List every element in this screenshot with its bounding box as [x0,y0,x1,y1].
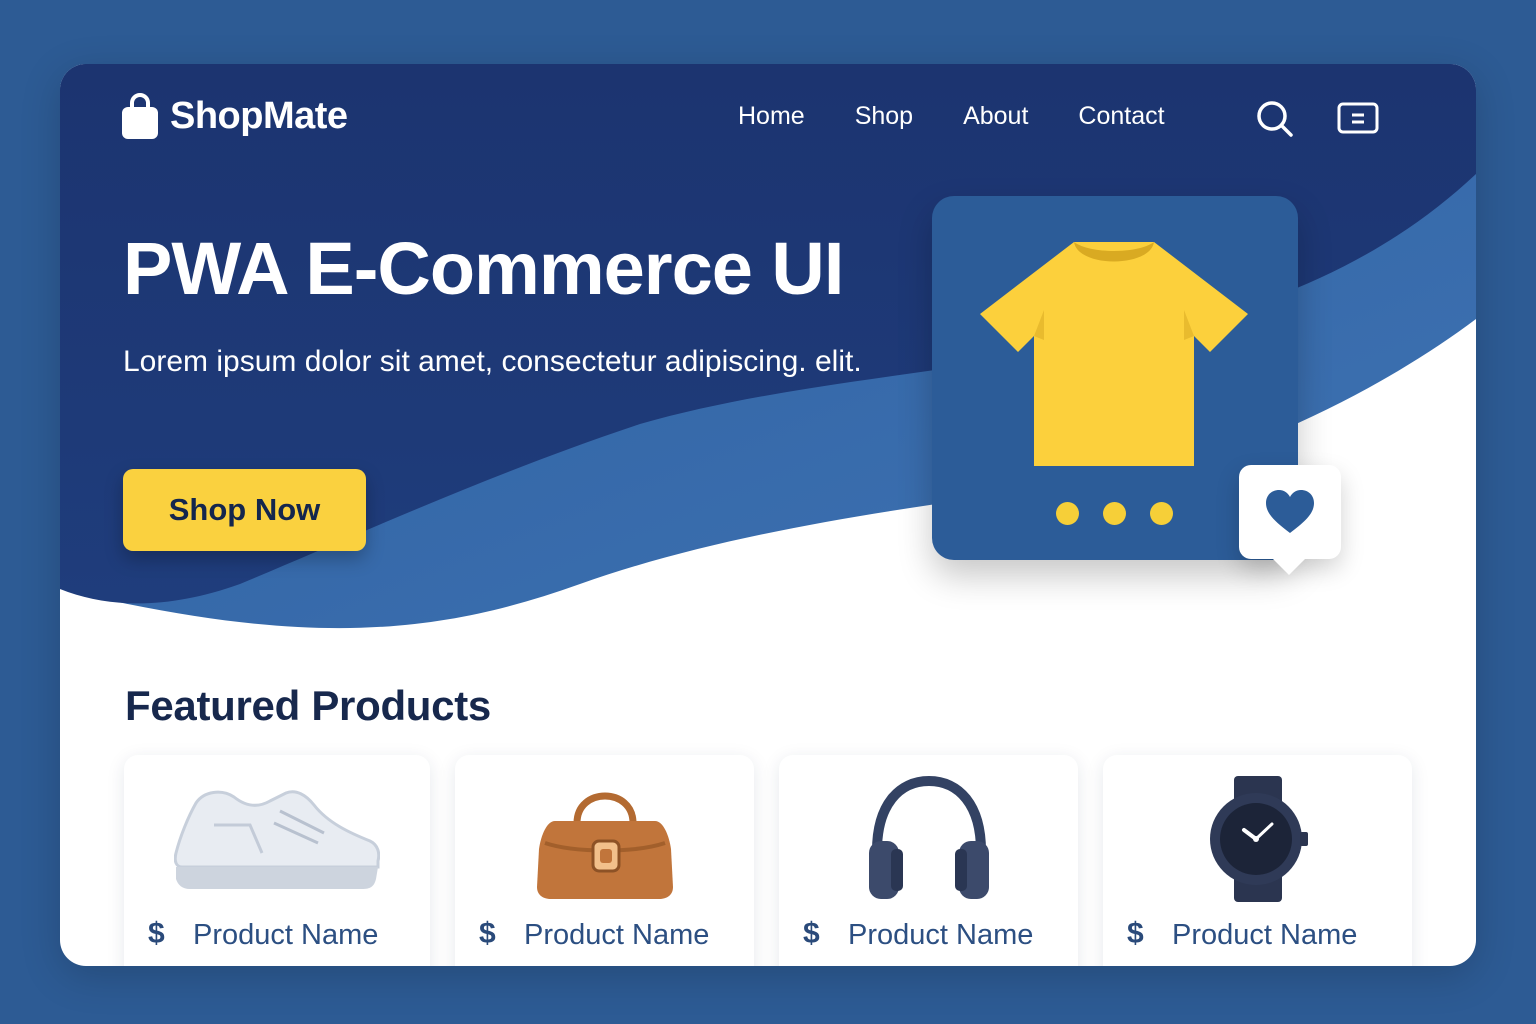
nav-home[interactable]: Home [738,102,805,131]
nav-contact[interactable]: Contact [1078,102,1164,131]
product-card[interactable]: $ Product Name [1103,755,1412,966]
product-name[interactable]: Product Name [848,919,1033,952]
featured-products-title: Featured Products [125,682,491,729]
nav-about[interactable]: About [963,102,1028,131]
product-card[interactable]: $ Product Name [779,755,1078,966]
shopping-bag-icon [122,93,158,139]
price-currency: $ [1127,917,1144,950]
product-name[interactable]: Product Name [1172,919,1357,952]
hero-subtitle: Lorem ipsum dolor sit amet, consectetur … [123,345,862,378]
product-name[interactable]: Product Name [193,919,378,952]
carousel-dots [1056,502,1173,525]
brand-name: ShopMate [170,94,348,137]
shop-now-button[interactable]: Shop Now [123,469,366,551]
tshirt-icon [980,242,1248,466]
hero-title: PWA E-Commerce UI [123,227,844,310]
headphones-icon [868,775,989,899]
product-card[interactable]: $ Product Name [124,755,430,966]
brand-logo[interactable]: ShopMate [120,92,348,140]
sneaker-icon [174,790,380,889]
top-header: ShopMate Home Shop About Contact [60,64,1476,174]
watch-icon [1209,776,1308,902]
main-nav: Home Shop About Contact [738,102,1215,131]
carousel-dot[interactable] [1103,502,1126,525]
product-card[interactable]: $ Product Name [455,755,754,966]
price-currency: $ [479,917,496,950]
app-window: ShopMate Home Shop About Contact PWA E-C… [60,64,1476,966]
search-icon[interactable] [1256,100,1294,138]
nav-shop[interactable]: Shop [855,102,913,131]
heart-icon [1266,490,1314,533]
carousel-dot[interactable] [1150,502,1173,525]
handbag-icon [536,792,673,899]
favorite-button[interactable] [1239,465,1341,575]
product-name[interactable]: Product Name [524,919,709,952]
carousel-dot[interactable] [1056,502,1079,525]
menu-card-icon[interactable] [1337,102,1379,134]
price-currency: $ [803,917,820,950]
price-currency: $ [148,917,165,950]
